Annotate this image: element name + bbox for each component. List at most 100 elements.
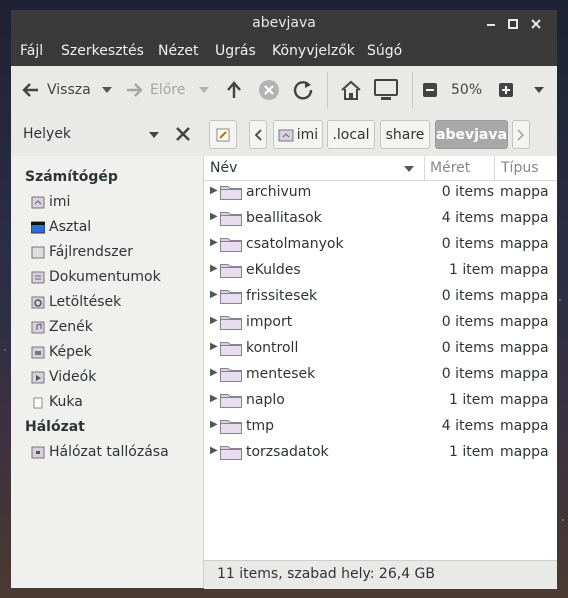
path-scroll-left[interactable] (249, 120, 267, 149)
zoom-out-button[interactable] (423, 78, 437, 102)
folder-icon (220, 290, 242, 304)
sidebar-item-home[interactable]: imi (31, 194, 70, 210)
sidebar-item-label: Kuka (49, 394, 83, 410)
edit-location-button[interactable] (209, 120, 237, 149)
file-name: beallitasok (246, 210, 322, 226)
music-folder-icon (31, 321, 45, 334)
forward-button[interactable]: Előre (124, 78, 185, 102)
menu-bookmarks[interactable]: Könyvjelzők (272, 43, 355, 59)
folder-icon (220, 368, 242, 382)
expander-icon[interactable]: ▶ (210, 419, 218, 430)
sidebar-item-desktop[interactable]: Asztal (31, 219, 91, 235)
column-size[interactable]: Méret (430, 160, 470, 176)
zoom-label: 50% (451, 82, 483, 98)
table-row[interactable]: ▶ archivum 0 items mappa (204, 180, 557, 206)
view-menu-button[interactable] (533, 78, 545, 102)
sidebar-item-label: Hálózat tallózása (49, 444, 169, 460)
table-row[interactable]: ▶ csatolmanyok 0 items mappa (204, 232, 557, 258)
table-row[interactable]: ▶ import 0 items mappa (204, 310, 557, 336)
file-type: mappa (500, 392, 549, 408)
file-name: frissitesek (246, 288, 318, 304)
path-segment-share[interactable]: share (380, 120, 430, 149)
close-window-icon[interactable] (528, 16, 544, 32)
expander-icon[interactable]: ▶ (210, 211, 218, 222)
computer-button[interactable] (373, 78, 399, 102)
expander-icon[interactable]: ▶ (210, 315, 218, 326)
table-row[interactable]: ▶ mentesek 0 items mappa (204, 362, 557, 388)
folder-icon (220, 264, 242, 278)
menu-help[interactable]: Súgó (367, 43, 402, 59)
path-scroll-right[interactable] (512, 120, 530, 149)
stop-button[interactable] (258, 78, 280, 102)
table-row[interactable]: ▶ kontroll 0 items mappa (204, 336, 557, 362)
sidebar-item-videos[interactable]: Videók (31, 369, 96, 385)
forward-label: Előre (150, 82, 186, 98)
sidebar-item-music[interactable]: Zenék (31, 319, 93, 335)
sidebar-item-browse-network[interactable]: Hálózat tallózása (31, 444, 169, 460)
path-segment-current[interactable]: abevjava (435, 120, 508, 149)
table-row[interactable]: ▶ eKuldes 1 item mappa (204, 258, 557, 284)
file-name: import (246, 314, 293, 330)
expander-icon[interactable]: ▶ (210, 445, 218, 456)
expander-icon[interactable]: ▶ (210, 289, 218, 300)
back-history-dropdown[interactable] (101, 78, 113, 102)
toolbar-separator (327, 72, 328, 108)
back-button[interactable]: Vissza (21, 78, 91, 102)
sidebar-item-documents[interactable]: Dokumentumok (31, 269, 161, 285)
maximize-icon[interactable] (505, 16, 521, 32)
sidebar-item-trash[interactable]: Kuka (31, 394, 83, 410)
sidebar-item-pictures[interactable]: Képek (31, 344, 92, 360)
file-name: torzsadatok (246, 444, 329, 460)
home-icon (341, 80, 361, 100)
table-row[interactable]: ▶ naplo 1 item mappa (204, 388, 557, 414)
arrow-right-icon (127, 83, 143, 97)
expander-icon[interactable]: ▶ (210, 341, 218, 352)
menu-go[interactable]: Ugrás (215, 43, 256, 59)
folder-icon (220, 316, 242, 330)
network-folder-icon (31, 446, 45, 459)
pencil-icon (216, 128, 230, 141)
chevron-down-icon (102, 87, 112, 93)
column-name[interactable]: Név (210, 160, 237, 176)
table-row[interactable]: ▶ tmp 4 items mappa (204, 414, 557, 440)
file-name: eKuldes (246, 262, 301, 278)
sidebar-item-label: Képek (49, 344, 92, 360)
stop-icon (259, 80, 279, 100)
close-sidebar-icon[interactable] (175, 126, 191, 146)
expander-icon[interactable]: ▶ (210, 237, 218, 248)
expander-icon[interactable]: ▶ (210, 185, 218, 196)
chevron-down-icon (199, 87, 209, 93)
sort-descending-icon[interactable] (403, 165, 415, 173)
table-row[interactable]: ▶ torzsadatok 1 item mappa (204, 440, 557, 466)
column-separator (494, 156, 495, 180)
path-segment-local[interactable]: .local (327, 120, 375, 149)
folder-icon (220, 420, 242, 434)
menu-view[interactable]: Nézet (158, 43, 199, 59)
path-segment-home[interactable]: imi (273, 120, 323, 149)
table-row[interactable]: ▶ frissitesek 0 items mappa (204, 284, 557, 310)
expander-icon[interactable]: ▶ (210, 367, 218, 378)
file-name: archivum (246, 184, 312, 200)
zoom-in-button[interactable] (499, 78, 513, 102)
reload-button[interactable] (292, 78, 314, 102)
menu-file[interactable]: Fájl (20, 43, 43, 59)
menu-edit[interactable]: Szerkesztés (61, 43, 144, 59)
section-network: Hálózat (25, 419, 85, 435)
file-size: 0 items (441, 366, 494, 382)
minimize-icon[interactable] (483, 16, 499, 32)
location-bar: Helyek imi .local share abevjava (11, 114, 557, 157)
column-separator (424, 156, 425, 180)
home-button[interactable] (339, 78, 363, 102)
table-row[interactable]: ▶ beallitasok 4 items mappa (204, 206, 557, 232)
sidebar-item-downloads[interactable]: Letöltések (31, 294, 121, 310)
expander-icon[interactable]: ▶ (210, 263, 218, 274)
folder-icon (220, 342, 242, 356)
expander-icon[interactable]: ▶ (210, 393, 218, 404)
forward-history-dropdown[interactable] (198, 78, 210, 102)
up-button[interactable] (224, 78, 244, 102)
file-type: mappa (500, 366, 549, 382)
sidebar-item-filesystem[interactable]: Fájlrendszer (31, 244, 133, 260)
status-text: 11 items, szabad hely: 26,4 GB (217, 566, 435, 582)
column-type[interactable]: Típus (501, 160, 539, 176)
file-type: mappa (500, 184, 549, 200)
